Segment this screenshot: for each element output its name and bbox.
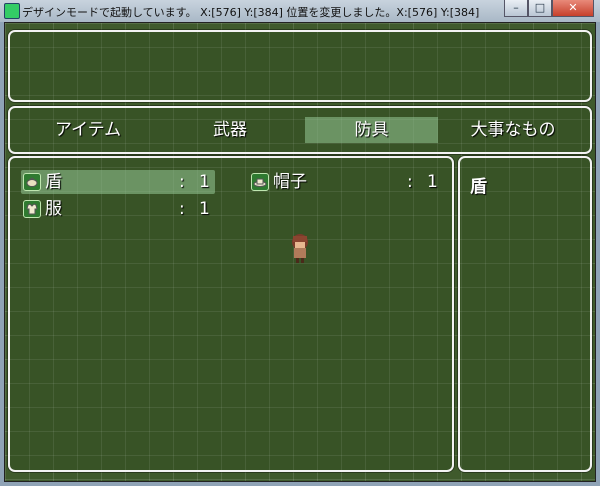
clothes-icon	[23, 200, 41, 218]
category-tab-armor[interactable]: 防具	[305, 117, 438, 143]
shield-icon	[23, 173, 41, 191]
item-colon: :	[407, 172, 413, 192]
maximize-button[interactable]: □	[528, 0, 552, 17]
item-description-title: 盾	[470, 177, 487, 197]
window-controls: – □ ✕	[504, 0, 594, 18]
window-frame-right	[596, 22, 600, 486]
window-title: デザインモードで起動しています。 X:[576] Y:[384] 位置を変更しま…	[22, 6, 480, 19]
category-tab-key-items[interactable]: 大事なもの	[448, 117, 578, 143]
list-item-hat[interactable]: 帽子 : 1	[249, 170, 443, 194]
minimize-button[interactable]: –	[504, 0, 528, 17]
list-item-clothes[interactable]: 服 : 1	[21, 197, 215, 221]
item-name: 盾	[45, 172, 62, 192]
item-quantity: 1	[199, 172, 210, 192]
item-colon: :	[179, 199, 185, 219]
hat-icon	[251, 173, 269, 191]
window-titlebar[interactable]: デザインモードで起動しています。 X:[576] Y:[384] 位置を変更しま…	[0, 0, 600, 23]
window-frame-bottom	[0, 482, 600, 486]
item-name: 服	[45, 199, 62, 219]
help-window	[8, 30, 592, 102]
item-name: 帽子	[273, 172, 307, 192]
list-item-shield[interactable]: 盾 : 1	[21, 170, 215, 194]
item-description-window	[458, 156, 592, 472]
character-sprite	[292, 234, 308, 263]
item-quantity: 1	[427, 172, 438, 192]
app-icon	[4, 3, 20, 19]
category-tab-items[interactable]: アイテム	[28, 117, 148, 143]
item-colon: :	[179, 172, 185, 192]
category-tab-weapons[interactable]: 武器	[170, 117, 290, 143]
close-button[interactable]: ✕	[552, 0, 594, 17]
item-quantity: 1	[199, 199, 210, 219]
